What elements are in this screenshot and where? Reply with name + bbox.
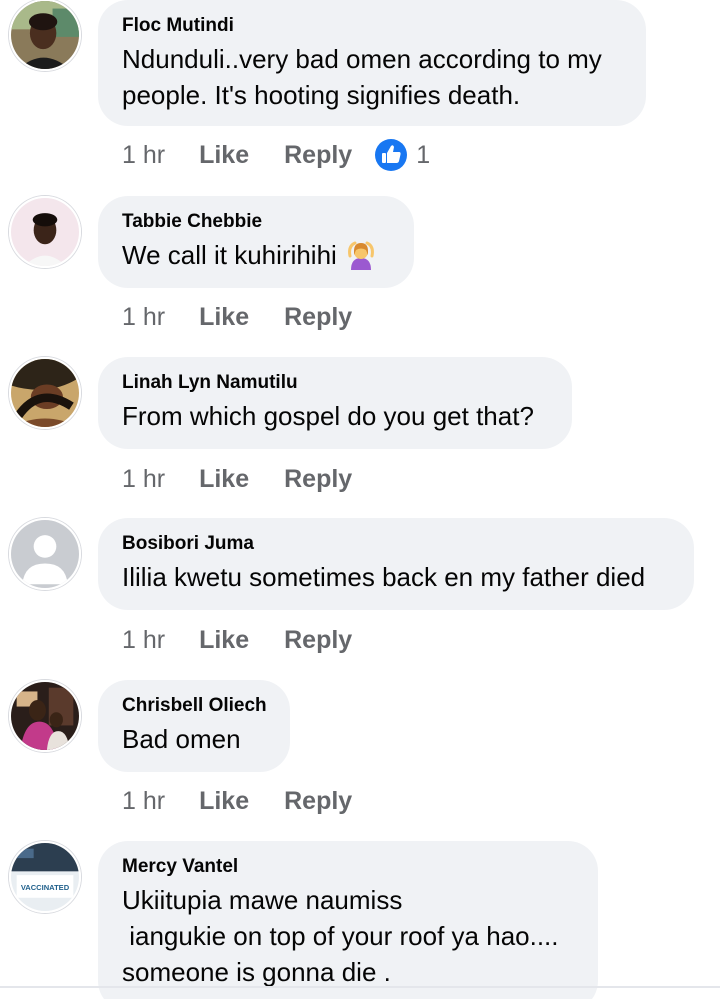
comment-actions: 1 hr Like Reply <box>122 784 352 818</box>
comment-bubble: Tabbie Chebbie We call it kuhirihihi <box>98 196 414 288</box>
comment-bubble: Linah Lyn Namutilu From which gospel do … <box>98 357 572 449</box>
vaccinated-badge: VACCINATED <box>21 883 70 892</box>
comment-text-line: From which gospel do you get that? <box>122 401 534 431</box>
avatar[interactable] <box>9 0 81 71</box>
comment-timestamp[interactable]: 1 hr <box>122 626 165 655</box>
comment-timestamp[interactable]: 1 hr <box>122 787 165 816</box>
comment-timestamp[interactable]: 1 hr <box>122 303 165 332</box>
avatar[interactable] <box>9 357 81 429</box>
comment-bubble: Floc Mutindi Ndunduli..very bad omen acc… <box>98 0 646 126</box>
comment-actions: 1 hr Like Reply <box>122 300 352 334</box>
comment-actions: 1 hr Like Reply <box>122 623 352 657</box>
like-button[interactable]: Like <box>199 303 249 332</box>
comment-text-line: We call it kuhirihihi <box>122 237 390 273</box>
reply-button[interactable]: Reply <box>284 141 352 170</box>
avatar[interactable] <box>9 518 81 590</box>
comment-author[interactable]: Bosibori Juma <box>122 532 670 556</box>
comment-author[interactable]: Chrisbell Oliech <box>122 694 267 718</box>
avatar[interactable] <box>9 196 81 268</box>
reply-button[interactable]: Reply <box>284 787 352 816</box>
comment-bubble: Chrisbell Oliech Bad omen <box>98 680 290 772</box>
comment-text-line: iangukie on top of your roof ya hao.... <box>122 921 559 951</box>
reply-button[interactable]: Reply <box>284 465 352 494</box>
avatar[interactable] <box>9 680 81 752</box>
comment-author[interactable]: Tabbie Chebbie <box>122 210 390 234</box>
comment-text-line: Ukiitupia mawe naumiss <box>122 885 403 915</box>
comment-bubble: Bosibori Juma Ililia kwetu sometimes bac… <box>98 518 694 610</box>
like-button[interactable]: Like <box>199 626 249 655</box>
like-button[interactable]: Like <box>199 141 249 170</box>
comment-text: Ndunduli..very bad omen according to my … <box>122 41 622 113</box>
reply-button[interactable]: Reply <box>284 626 352 655</box>
comment-text-line: Bad omen <box>122 724 241 754</box>
comment-author[interactable]: Linah Lyn Namutilu <box>122 371 548 395</box>
reply-button[interactable]: Reply <box>284 303 352 332</box>
comment-author[interactable]: Mercy Vantel <box>122 855 574 879</box>
reaction-count: 1 <box>416 140 431 169</box>
comment-text-line: Ndunduli..very bad omen according to my <box>122 44 602 74</box>
comment-text-line: Ililia kwetu sometimes back en my father… <box>122 562 646 592</box>
comment-author[interactable]: Floc Mutindi <box>122 14 622 38</box>
thumbs-up-icon <box>375 139 408 171</box>
comment-text: Bad omen <box>122 721 266 757</box>
divider <box>0 986 720 988</box>
like-button[interactable]: Like <box>199 465 249 494</box>
like-button[interactable]: Like <box>199 787 249 816</box>
comment-text: From which gospel do you get that? <box>122 398 548 434</box>
comment-text-line: people. It's hooting signifies death. <box>122 80 521 110</box>
comment-text-line: someone is gonna die . <box>122 957 391 987</box>
comment-actions: 1 hr Like Reply <box>122 462 352 496</box>
avatar[interactable]: VACCINATED <box>9 841 81 913</box>
reaction-summary[interactable]: 1 <box>374 138 430 172</box>
comment-timestamp[interactable]: 1 hr <box>122 141 165 170</box>
comment-bubble: Mercy Vantel Ukiitupia mawe naumiss iang… <box>98 841 598 999</box>
comment-text: We call it kuhirihihi <box>122 237 390 273</box>
comment-actions: 1 hr Like Reply 1 <box>122 138 430 172</box>
comment-text-content: We call it kuhirihihi <box>122 240 337 270</box>
default-avatar-icon <box>11 520 79 588</box>
comment-text: Ililia kwetu sometimes back en my father… <box>122 559 670 595</box>
comment-text: Ukiitupia mawe naumiss iangukie on top o… <box>122 882 574 990</box>
comment-timestamp[interactable]: 1 hr <box>122 465 165 494</box>
person-gesturing-ok-emoji <box>347 241 374 270</box>
